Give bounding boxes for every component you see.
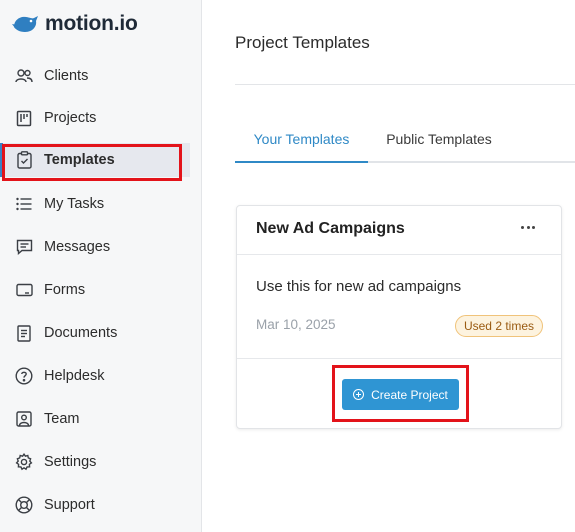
sidebar-item-projects[interactable]: Projects (0, 101, 190, 135)
documents-icon (14, 323, 34, 343)
sidebar-item-forms[interactable]: Forms (0, 273, 190, 307)
tab-your-templates[interactable]: Your Templates (235, 117, 368, 161)
team-icon (14, 409, 34, 429)
create-project-label: Create Project (371, 387, 448, 402)
create-project-button[interactable]: Create Project (342, 379, 459, 410)
sidebar: motion.io Clients Projects Templates My … (0, 0, 202, 532)
brand-name: motion.io (45, 12, 138, 35)
active-tab-indicator (235, 161, 368, 163)
helpdesk-icon (14, 366, 34, 386)
sidebar-item-label: Settings (44, 454, 97, 470)
projects-icon (14, 108, 34, 128)
messages-icon (14, 237, 34, 257)
more-options-icon[interactable] (517, 219, 539, 235)
plus-circle-icon (353, 389, 365, 400)
support-icon (14, 495, 34, 515)
sidebar-item-label: My Tasks (44, 196, 105, 212)
forms-icon (14, 280, 34, 300)
sidebar-item-label: Messages (44, 239, 111, 255)
tab-public-templates[interactable]: Public Templates (368, 117, 510, 161)
sidebar-item-label: Documents (44, 325, 118, 341)
sidebar-item-templates[interactable]: Templates (0, 143, 190, 177)
sidebar-item-clients[interactable]: Clients (0, 59, 190, 93)
sidebar-item-label: Projects (44, 110, 97, 126)
template-card-date: Mar 10, 2025 (256, 317, 336, 332)
card-footer-divider (237, 358, 561, 359)
template-tabs: Your Templates Public Templates (235, 117, 575, 163)
sidebar-item-label: Support (44, 497, 95, 513)
sidebar-item-documents[interactable]: Documents (0, 316, 190, 350)
sidebar-item-messages[interactable]: Messages (0, 230, 190, 264)
bird-logo-icon (12, 16, 38, 32)
sidebar-item-settings[interactable]: Settings (0, 445, 190, 479)
template-card-title: New Ad Campaigns (256, 220, 405, 237)
sidebar-item-label: Team (44, 411, 80, 427)
sidebar-item-label: Helpdesk (44, 368, 105, 384)
tasks-icon (14, 194, 34, 214)
sidebar-item-label: Clients (44, 68, 89, 84)
sidebar-item-helpdesk[interactable]: Helpdesk (0, 359, 190, 393)
usage-badge: Used 2 times (454, 315, 543, 337)
sidebar-item-label: Templates (44, 152, 115, 168)
template-card-description: Use this for new ad campaigns (256, 278, 462, 295)
sidebar-item-team[interactable]: Team (0, 402, 190, 436)
main-content: Project Templates Your Templates Public … (203, 0, 575, 532)
templates-icon (14, 150, 34, 170)
sidebar-item-support[interactable]: Support (0, 488, 190, 522)
card-divider (237, 254, 561, 255)
sidebar-item-my-tasks[interactable]: My Tasks (0, 187, 190, 221)
gear-icon (14, 452, 34, 472)
page-title: Project Templates (235, 33, 370, 52)
title-divider (235, 84, 575, 85)
sidebar-item-label: Forms (44, 282, 86, 298)
template-card: New Ad Campaigns Use this for new ad cam… (236, 205, 562, 429)
clients-icon (14, 66, 34, 86)
brand-logo[interactable]: motion.io (12, 11, 138, 37)
